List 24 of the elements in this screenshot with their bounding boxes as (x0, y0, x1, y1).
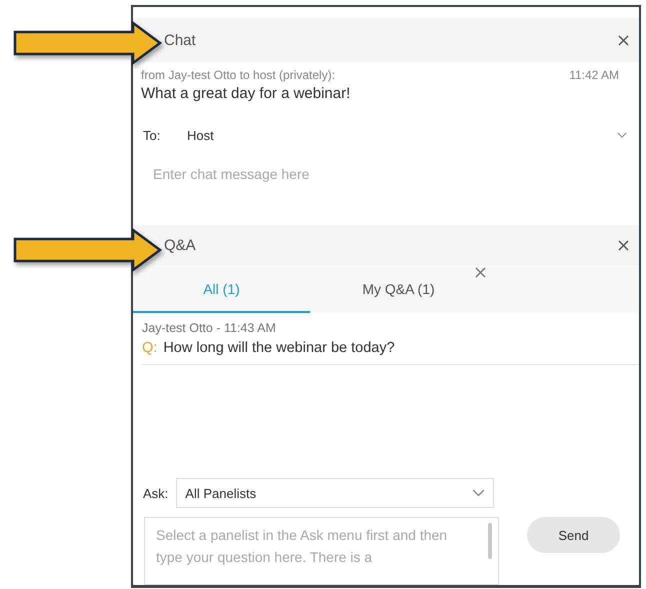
tab[interactable]: My Q&A (1) (310, 267, 487, 313)
message-time: 11:42 AM (569, 68, 619, 82)
chevron-down-icon (617, 132, 627, 138)
to-label: To: (143, 128, 162, 142)
question-meta: Jay-test Otto - 11:43 AM (142, 321, 277, 335)
close-icon[interactable] (475, 267, 486, 278)
question-text: How long will the webinar be today? (163, 340, 395, 356)
ask-dropdown[interactable]: All Panelists (176, 478, 494, 508)
question-prefix: Q: (142, 340, 158, 356)
chat-input[interactable]: Enter chat message here (153, 162, 453, 186)
chevron-down-icon (472, 489, 486, 497)
panel-title: Q&A (164, 236, 196, 254)
message-sender: from Jay-test Otto to host (privately): (141, 68, 336, 82)
close-icon[interactable] (618, 34, 629, 46)
ask-label: Ask: (143, 486, 168, 500)
message-text: What a great day for a webinar! (141, 85, 352, 102)
arrow-icon (13, 228, 163, 272)
send-button[interactable]: Send (527, 517, 620, 553)
arrow-icon (13, 21, 163, 65)
scrollbar[interactable] (488, 523, 492, 559)
panel-title: Chat (164, 32, 196, 48)
recipient-dropdown[interactable]: Host (187, 128, 617, 142)
close-icon[interactable] (618, 240, 629, 250)
question-input[interactable]: Select a panelist in the Ask menu first and then type your question here. There is a (144, 517, 499, 585)
